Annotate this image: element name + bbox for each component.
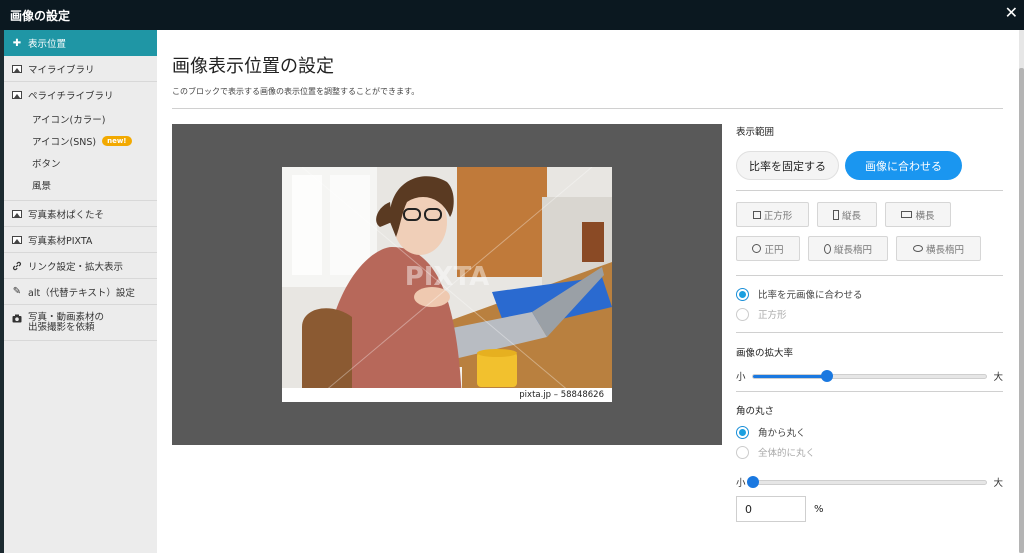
fit-image-button[interactable]: 画像に合わせる [845, 151, 962, 180]
corner-round-option[interactable]: 角から丸く [736, 422, 1003, 442]
sidebar-item-label: ペライチライブラリ [28, 91, 114, 102]
sidebar-subitem-landscape[interactable]: 風景 [4, 174, 157, 196]
sidebar-item-label: 表示位置 [28, 39, 67, 50]
radio-unselected[interactable] [736, 445, 749, 459]
sidebar-item-label: マイライブラリ [28, 64, 95, 76]
sidebar-item-peraichi-library[interactable]: ペライチライブラリ [4, 82, 157, 108]
new-badge: new! [102, 136, 132, 146]
plus-icon: ✚ [12, 37, 22, 49]
circle-button[interactable]: 正円 [736, 236, 800, 261]
sidebar-item-label: 写真素材ぱくたそ [28, 209, 105, 221]
circle-shape-icon [752, 244, 762, 253]
main-content: 画像表示位置の設定 このブロックで表示する画像の表示位置を調整することができます… [157, 30, 1019, 553]
portrait-shape-icon [832, 209, 839, 220]
page-description: このブロックで表示する画像の表示位置を調整することができます。 [172, 87, 420, 96]
sidebar-item-display-position[interactable]: ✚ 表示位置 [4, 30, 157, 56]
sidebar-subitem-label: アイコン(SNS) [32, 137, 97, 148]
sidebar-subitem-icon-sns[interactable]: アイコン(SNS) new! [4, 130, 157, 152]
sidebar-item-label: 写真・動画素材の 出張撮影を依頼 [28, 312, 105, 333]
pixta-watermark: PIXTA [405, 262, 490, 292]
sidebar-item-pixta[interactable]: 写真素材PIXTA [4, 227, 157, 253]
horizontal-ellipse-icon [912, 245, 923, 252]
sidebar-item-label: alt（代替テキスト）設定 [28, 287, 135, 299]
settings-panel: 表示範囲 比率を固定する 画像に合わせる 正方形 縦長 横長 正円 縦長楕円 横… [736, 124, 1003, 522]
zoom-slider[interactable] [751, 369, 988, 382]
image-icon [12, 209, 22, 219]
radio-unselected[interactable] [736, 307, 749, 321]
pencil-icon: ✎ [12, 286, 22, 297]
image-icon [12, 90, 22, 100]
square-shape-icon [752, 210, 761, 219]
corner-radius-input[interactable] [736, 496, 806, 522]
overall-round-option[interactable]: 全体的に丸く [736, 442, 1003, 462]
corner-value-row: % [736, 496, 1003, 522]
sidebar-item-label: リンク設定・拡大表示 [28, 261, 124, 273]
close-icon[interactable]: ✕ [1005, 3, 1018, 23]
corner-max-label: 大 [993, 478, 1003, 489]
display-range-toggle: 比率を固定する 画像に合わせる [736, 151, 1003, 180]
landscape-button[interactable]: 横長 [885, 202, 951, 227]
corner-options: 角から丸く 全体的に丸く [736, 422, 1003, 462]
divider [736, 275, 1003, 276]
camera-icon [12, 313, 22, 323]
fixed-ratio-button[interactable]: 比率を固定する [736, 151, 839, 180]
divider [736, 391, 1003, 392]
divider [736, 190, 1003, 191]
zoom-label: 画像の拡大率 [736, 348, 794, 359]
portrait-button[interactable]: 縦長 [817, 202, 877, 227]
sidebar-item-my-library[interactable]: マイライブラリ [4, 56, 157, 82]
ratio-original-option[interactable]: 比率を元画像に合わせる [736, 284, 1003, 304]
image-preview-area: PIXTA pixta.jp – 58848626 [172, 124, 722, 445]
scrollbar-thumb[interactable] [1019, 68, 1024, 553]
zoom-slider-handle[interactable] [821, 369, 834, 382]
scrollbar[interactable] [1019, 30, 1024, 553]
window-title: 画像の設定 [10, 9, 71, 23]
page-title: 画像表示位置の設定 [172, 56, 334, 77]
sidebar-item-photo-request[interactable]: 写真・動画素材の 出張撮影を依頼 [4, 305, 157, 341]
title-bar: 画像の設定 ✕ [0, 0, 1024, 30]
radio-selected[interactable] [736, 425, 749, 439]
corner-min-label: 小 [736, 478, 746, 489]
sidebar-group-peraichi-library: ペライチライブラリ アイコン(カラー) アイコン(SNS) new! ボタン 風… [4, 82, 157, 201]
corner-label: 角の丸さ [736, 406, 775, 417]
preview-photo[interactable]: PIXTA [282, 167, 612, 402]
sidebar-subitem-icon-color[interactable]: アイコン(カラー) [4, 108, 157, 130]
horizontal-ellipse-button[interactable]: 横長楕円 [896, 236, 981, 261]
ratio-options: 比率を元画像に合わせる 正方形 [736, 284, 1003, 324]
ratio-square-option[interactable]: 正方形 [736, 304, 1003, 324]
landscape-shape-icon [901, 211, 913, 218]
photo-caption: pixta.jp – 58848626 [282, 388, 612, 402]
link-icon [12, 261, 22, 271]
image-icon [12, 64, 22, 74]
image-icon [12, 235, 22, 245]
sidebar: ✚ 表示位置 マイライブラリ ペライチライブラリ アイコン(カラー) アイコン(… [4, 30, 157, 553]
shape-buttons: 正方形 縦長 横長 正円 縦長楕円 横長楕円 [736, 202, 1003, 261]
zoom-max-label: 大 [993, 372, 1003, 383]
vertical-ellipse-button[interactable]: 縦長楕円 [808, 236, 888, 261]
sidebar-item-label: 写真素材PIXTA [28, 235, 93, 247]
zoom-slider-row: 小 大 [736, 368, 1003, 384]
corner-slider-row: 小 大 [736, 474, 1003, 490]
corner-slider[interactable] [746, 475, 988, 488]
zoom-min-label: 小 [736, 372, 746, 383]
sidebar-item-link-settings[interactable]: リンク設定・拡大表示 [4, 253, 157, 279]
divider [736, 332, 1003, 333]
sidebar-item-alt-text[interactable]: ✎ alt（代替テキスト）設定 [4, 279, 157, 305]
zoom-slider-fill [752, 374, 828, 378]
sidebar-item-pakutaso[interactable]: 写真素材ぱくたそ [4, 201, 157, 227]
vertical-ellipse-icon [823, 243, 831, 254]
sidebar-subitem-button[interactable]: ボタン [4, 152, 157, 174]
display-range-label: 表示範囲 [736, 127, 775, 138]
divider [172, 108, 1003, 109]
square-button[interactable]: 正方形 [736, 202, 809, 227]
corner-slider-handle[interactable] [746, 475, 759, 488]
radio-selected[interactable] [736, 287, 749, 301]
percent-unit: % [814, 503, 824, 515]
